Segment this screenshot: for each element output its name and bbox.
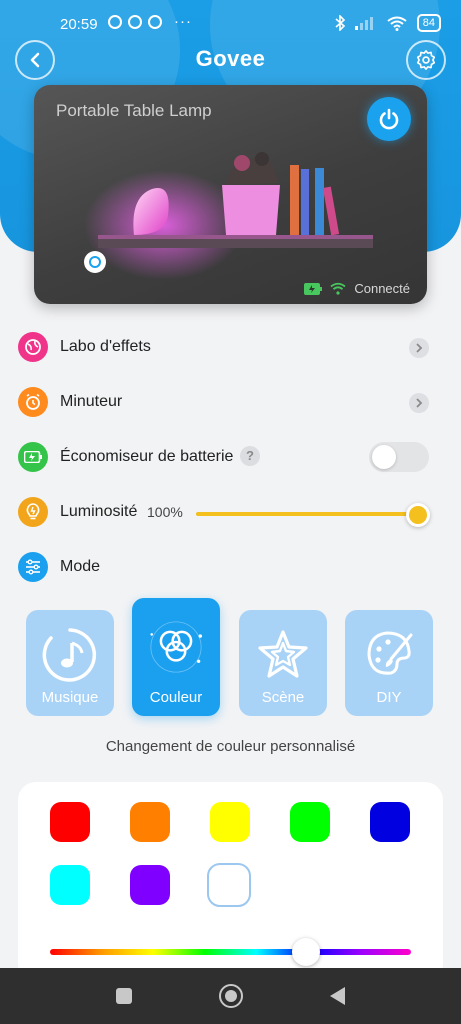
power-icon bbox=[379, 108, 399, 130]
bluetooth-icon bbox=[335, 15, 345, 31]
device-name: Portable Table Lamp bbox=[56, 101, 212, 120]
palette-icon bbox=[358, 624, 420, 686]
hue-slider-thumb[interactable] bbox=[292, 938, 321, 966]
notification-icons: ··· bbox=[108, 13, 192, 30]
timer-row[interactable]: Minuteur bbox=[0, 383, 461, 423]
system-nav-bar bbox=[0, 968, 461, 1024]
help-icon[interactable]: ? bbox=[240, 446, 260, 466]
chevron-right-icon bbox=[409, 338, 429, 358]
power-button[interactable] bbox=[367, 97, 411, 141]
globe-icon bbox=[18, 332, 48, 362]
star-icon bbox=[252, 624, 314, 686]
color-swatch-empty[interactable] bbox=[207, 863, 251, 907]
mode-label: Mode bbox=[60, 558, 101, 575]
status-time: 20:59 bbox=[60, 16, 98, 33]
recents-button[interactable] bbox=[115, 988, 132, 1004]
color-panel bbox=[18, 782, 443, 982]
effects-lab-label: Labo d'effets bbox=[60, 338, 151, 355]
signal-icon bbox=[354, 17, 373, 30]
mode-label-diy: DIY bbox=[376, 689, 402, 706]
effects-lab-row[interactable]: Labo d'effets bbox=[0, 328, 461, 368]
music-note-icon bbox=[39, 624, 101, 686]
battery-indicator: 84 bbox=[416, 14, 441, 32]
battery-charging-icon bbox=[304, 282, 323, 295]
battery-saver-row: Économiseur de batterie ? bbox=[0, 438, 461, 478]
color-swatch-red[interactable] bbox=[50, 802, 90, 842]
mode-tile-music[interactable]: Musique bbox=[26, 610, 114, 716]
mode-label-color: Couleur bbox=[149, 689, 203, 706]
device-card: Portable Table Lamp Connecté bbox=[34, 85, 427, 304]
notification-circle-icon bbox=[148, 15, 162, 29]
timer-label: Minuteur bbox=[60, 393, 123, 410]
mode-label-scene: Scène bbox=[261, 689, 305, 706]
alexa-icon bbox=[84, 251, 106, 273]
brightness-slider-fill bbox=[196, 512, 418, 516]
connection-status: Connecté bbox=[304, 281, 410, 296]
gear-icon bbox=[416, 50, 436, 70]
brightness-value: 100% bbox=[147, 504, 183, 520]
color-swatch-yellow[interactable] bbox=[210, 802, 250, 842]
color-circles-icon bbox=[145, 616, 207, 678]
home-button[interactable] bbox=[218, 984, 243, 1008]
brightness-label: Luminosité bbox=[60, 503, 138, 520]
battery-saver-toggle[interactable] bbox=[369, 442, 429, 472]
mode-tile-diy[interactable]: DIY bbox=[345, 610, 433, 716]
alarm-clock-icon bbox=[18, 387, 48, 417]
color-swatch-blue[interactable] bbox=[370, 802, 410, 842]
brightness-slider-track[interactable] bbox=[196, 512, 418, 516]
wifi-icon bbox=[387, 16, 407, 31]
settings-button[interactable] bbox=[406, 40, 446, 80]
status-bar: 20:59 ··· 84 bbox=[0, 0, 461, 50]
hue-slider-track[interactable] bbox=[50, 949, 411, 955]
toggle-knob bbox=[372, 445, 396, 469]
color-swatch-orange[interactable] bbox=[130, 802, 170, 842]
battery-saver-label: Économiseur de batterie bbox=[60, 448, 234, 465]
back-nav-button[interactable] bbox=[330, 987, 346, 1005]
brightness-row: Luminosité 100% bbox=[0, 493, 461, 533]
color-swatch-purple[interactable] bbox=[130, 865, 170, 905]
messenger-icon bbox=[108, 15, 122, 29]
color-swatch-green[interactable] bbox=[290, 802, 330, 842]
system-icons: 84 bbox=[335, 14, 441, 32]
mode-caption: Changement de couleur personnalisé bbox=[105, 738, 356, 755]
messenger-icon bbox=[128, 15, 142, 29]
mode-tile-scene[interactable]: Scène bbox=[239, 610, 327, 716]
connection-text: Connecté bbox=[354, 281, 410, 296]
more-notifications-icon: ··· bbox=[174, 13, 192, 30]
wifi-connected-icon bbox=[330, 282, 346, 295]
lightbulb-icon bbox=[18, 497, 48, 527]
mode-row: Mode bbox=[0, 548, 461, 588]
battery-saver-icon bbox=[18, 442, 48, 472]
chevron-right-icon bbox=[409, 393, 429, 413]
mode-tile-color[interactable]: Couleur bbox=[132, 598, 220, 716]
sliders-icon bbox=[18, 552, 48, 582]
brightness-slider-thumb[interactable] bbox=[406, 503, 430, 527]
govee-logo: Govee bbox=[195, 46, 266, 71]
mode-label-music: Musique bbox=[41, 689, 99, 706]
color-swatch-cyan[interactable] bbox=[50, 865, 90, 905]
